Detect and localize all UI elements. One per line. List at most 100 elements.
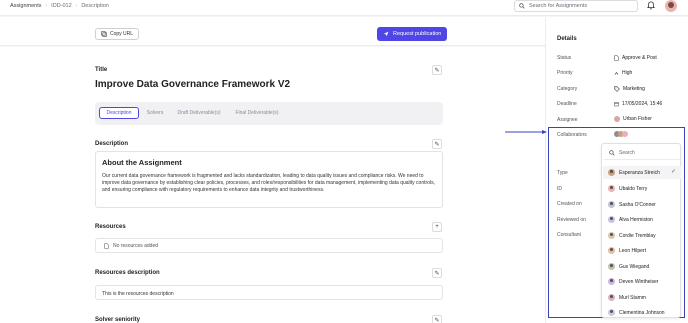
file-icon — [104, 243, 109, 249]
category-text: Marketing — [623, 86, 645, 92]
avatar — [608, 169, 615, 176]
no-resources: No resources added — [104, 243, 158, 249]
pencil-icon: ✎ — [434, 141, 440, 148]
search-icon — [609, 149, 615, 156]
document-icon — [614, 55, 619, 61]
annotation-arrow — [505, 130, 547, 134]
pencil-icon: ✎ — [434, 67, 440, 74]
tab-final-deliverables[interactable]: Final Deliverable(s) — [232, 107, 282, 119]
collaborator-name: Gus Wiegand — [619, 263, 650, 270]
edit-resources-description-button[interactable]: ✎ — [432, 268, 442, 278]
pencil-icon: ✎ — [434, 270, 440, 277]
search-icon — [519, 3, 525, 9]
edit-description-button[interactable]: ✎ — [432, 139, 442, 149]
tab-draft-deliverables[interactable]: Draft Deliverable(s) — [174, 107, 224, 119]
action-bar: Copy URL Request publication — [0, 17, 545, 46]
assignee-value[interactable]: Urban Fisher — [614, 116, 652, 122]
avatar — [608, 294, 615, 301]
request-publication-label: Request publication — [393, 31, 442, 37]
deadline-text: 17/05/2024, 15:46 — [622, 101, 663, 107]
collaborator-option[interactable]: Cordie Tremblay — [603, 229, 681, 242]
avatar — [608, 263, 615, 270]
avatar — [608, 278, 615, 285]
collaborator-option[interactable]: Sasha O'Conner — [603, 198, 681, 211]
avatar — [608, 247, 615, 254]
detail-label-status: Status — [557, 55, 572, 61]
tag-icon — [614, 86, 620, 92]
solver-seniority-label: Solver seniority — [95, 317, 141, 323]
avatar — [608, 201, 615, 208]
collaborator-name: Cordie Tremblay — [619, 232, 656, 239]
assignee-avatar — [614, 116, 620, 122]
collaborator-name: Sasha O'Conner — [619, 201, 656, 208]
copy-url-button[interactable]: Copy URL — [95, 28, 140, 40]
status-text: Approve & Post — [622, 55, 657, 61]
edit-solver-seniority-button[interactable]: ✎ — [432, 315, 442, 323]
search-placeholder: Search for Assignments — [529, 3, 588, 9]
breadcrumb-separator: › — [45, 3, 48, 9]
search-input[interactable]: Search for Assignments — [514, 0, 638, 12]
top-bar: Assignments › IDD-012 › Description Sear… — [0, 0, 688, 16]
status-value[interactable]: Approve & Post — [614, 55, 657, 61]
collaborator-option[interactable]: Alva Hermiston — [603, 213, 681, 226]
tab-description[interactable]: Description — [99, 107, 139, 119]
detail-label-deadline: Deadline — [557, 101, 577, 107]
about-title: About the Assignment — [102, 158, 182, 167]
breadcrumb-assignment-id[interactable]: IDD-012 — [51, 3, 71, 9]
collaborator-search-placeholder: Search — [619, 149, 635, 156]
resources-description-label: Resources description — [95, 270, 160, 276]
request-publication-button[interactable]: Request publication — [377, 27, 448, 41]
assignee-text: Urban Fisher — [623, 116, 652, 122]
resources-card: No resources added — [95, 238, 443, 253]
plus-icon: + — [435, 224, 439, 230]
priority-text: High — [622, 70, 633, 76]
priority-value[interactable]: High — [614, 70, 632, 76]
about-text: Our current data governance framework is… — [102, 173, 435, 193]
user-avatar[interactable] — [665, 0, 677, 12]
check-icon: ✓ — [670, 169, 676, 175]
collaborator-option[interactable]: Leon Hilpert — [603, 244, 681, 257]
detail-label-category: Category — [557, 86, 578, 92]
category-value[interactable]: Marketing — [614, 86, 645, 92]
send-icon — [383, 31, 389, 37]
tab-solvers[interactable]: Solvers — [144, 107, 166, 119]
collaborator-name: Ubaldo Terry — [619, 185, 648, 192]
collaborator-name: Clementina Johnson — [619, 309, 665, 316]
avatar — [608, 309, 615, 316]
tab-bar: Description Solvers Draft Deliverable(s)… — [95, 102, 443, 125]
collaborator-option[interactable]: Murl Stamm — [603, 291, 681, 304]
collaborator-option[interactable]: Deven Wintheiser — [603, 275, 681, 288]
breadcrumb-current: Description — [81, 3, 109, 9]
collaborator-search-input[interactable]: Search — [604, 146, 680, 160]
collaborator-name: Alva Hermiston — [619, 216, 653, 223]
avatar — [608, 216, 615, 223]
collaborator-option[interactable]: Clementina Johnson — [603, 306, 681, 319]
detail-label-assignee: Assignee — [557, 117, 578, 123]
collaborator-name: Esperanza Streich — [619, 169, 660, 176]
add-resource-button[interactable]: + — [432, 222, 442, 232]
collaborator-option[interactable]: Gus Wiegand — [603, 260, 681, 273]
no-resources-text: No resources added — [113, 243, 159, 249]
edit-title-button[interactable]: ✎ — [432, 65, 442, 75]
avatar — [608, 185, 615, 192]
breadcrumb: Assignments › IDD-012 › Description — [10, 3, 109, 9]
chevron-up-icon — [614, 71, 619, 75]
detail-label-priority: Priority — [557, 70, 573, 76]
description-card: About the Assignment Our current data go… — [95, 151, 443, 208]
bell-icon[interactable] — [647, 1, 655, 10]
breadcrumb-separator: › — [75, 3, 78, 9]
avatar — [608, 232, 615, 239]
collaborator-option[interactable]: Esperanza Streich ✓ — [603, 166, 681, 179]
calendar-icon — [614, 102, 619, 107]
description-label: Description — [95, 141, 129, 147]
main-content: Title ✎ Improve Data Governance Framewor… — [0, 47, 545, 323]
breadcrumb-assignments[interactable]: Assignments — [10, 3, 42, 9]
details-title: Details — [557, 36, 577, 42]
resources-description-card: This is the resources description — [95, 285, 443, 300]
page-title: Improve Data Governance Framework V2 — [95, 79, 291, 90]
resources-description-text: This is the resources description — [102, 291, 174, 297]
collaborator-name: Murl Stamm — [619, 294, 646, 301]
deadline-value[interactable]: 17/05/2024, 15:46 — [614, 101, 662, 107]
collaborator-option[interactable]: Ubaldo Terry — [603, 182, 681, 195]
resources-label: Resources — [95, 224, 126, 230]
